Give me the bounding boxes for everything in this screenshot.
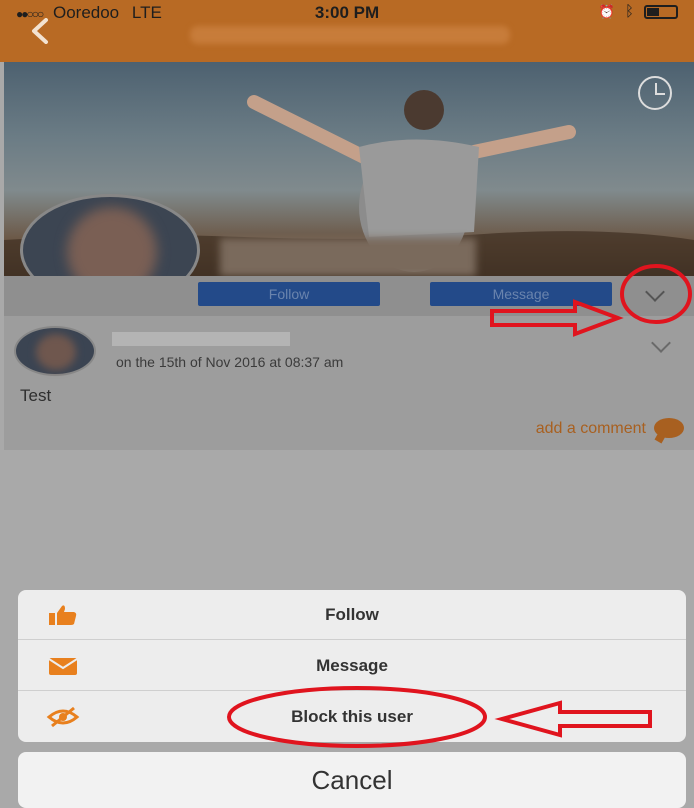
status-bar: ●●○○○ Ooredoo LTE 3:00 PM ⏰ ᛒ [0,2,694,24]
battery-icon [644,4,678,19]
sheet-item-block-user[interactable]: Block this user [18,692,686,742]
post-text: Test [20,386,52,405]
sheet-item-label: Follow [325,605,379,624]
sheet-item-follow[interactable]: Follow [18,590,686,640]
sheet-item-message[interactable]: Message [18,641,686,691]
alarm-icon: ⏰ [598,3,615,19]
post-date: on the 15th of Nov 2016 at 08:37 am [116,354,344,370]
status-time: 3:00 PM [314,3,380,22]
clock-icon[interactable] [638,76,672,110]
page-title-redacted [190,26,510,44]
bluetooth-icon: ᛒ [624,3,634,20]
action-sheet: Follow Message Block this user [18,590,686,742]
cancel-button[interactable]: Cancel [18,752,686,808]
profile-actions: Follow Message [4,276,694,316]
more-options-chevron-icon[interactable] [645,282,665,302]
message-button[interactable]: Message [430,282,612,306]
add-comment-link[interactable]: add a comment [536,420,646,438]
back-arrow-icon[interactable] [28,18,54,44]
nav-bar: ●●○○○ Ooredoo LTE 3:00 PM ⏰ ᛒ [0,0,694,62]
cover-name-redacted [220,238,476,276]
sheet-item-label: Block this user [291,707,413,726]
follow-button[interactable]: Follow [198,282,380,306]
system-icons: ⏰ ᛒ [599,3,678,20]
sheet-item-label: Message [316,656,388,675]
post-author-avatar[interactable] [14,326,96,376]
comment-bubble-icon[interactable] [654,418,684,438]
post-author-name-redacted [112,332,290,346]
post-options-chevron-icon[interactable] [651,333,671,353]
post-card: on the 15th of Nov 2016 at 08:37 am Test… [4,316,694,450]
